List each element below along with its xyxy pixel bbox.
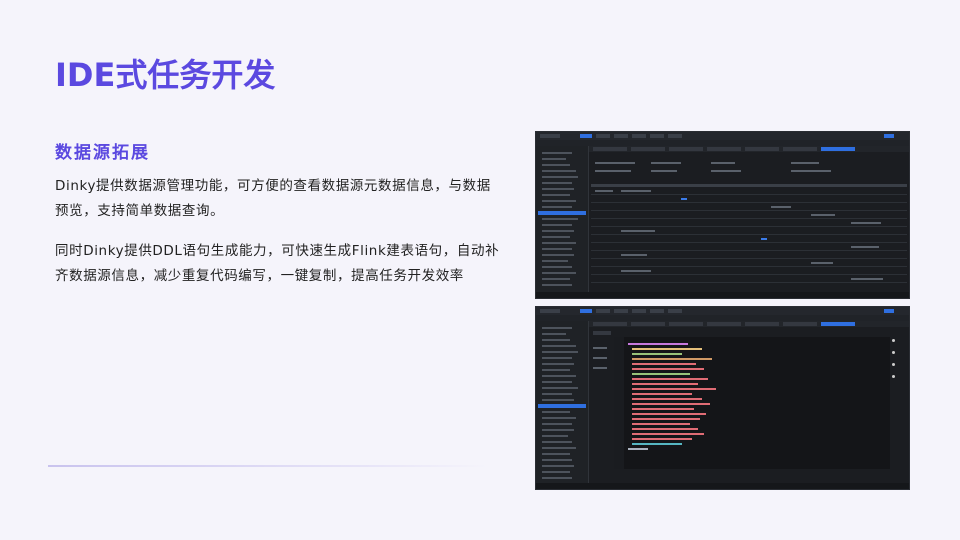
divider-line [48,465,488,467]
metadata-screenshot [535,131,910,299]
paragraph-ddl: 同时Dinky提供DDL语句生成能力，可快速生成Flink建表语句，自动补齐数据… [55,243,500,284]
metadata-table [591,154,907,290]
ide-top-bar [536,307,909,315]
paragraph-metadata: Dinky提供数据源管理功能，可方便的查看数据源元数据信息，与数据预览，支持简单… [55,178,491,219]
ide-tabs [589,321,909,327]
ddl-screenshot [535,306,910,490]
ide-top-bar [536,132,909,140]
slide-title: IDE式任务开发 [55,56,276,94]
ddl-code-editor [614,337,890,469]
ide-sidebar [536,321,589,485]
ide-tabs [589,146,909,152]
ide-sidebar [536,146,589,292]
section-title: 数据源拓展 [55,143,150,163]
